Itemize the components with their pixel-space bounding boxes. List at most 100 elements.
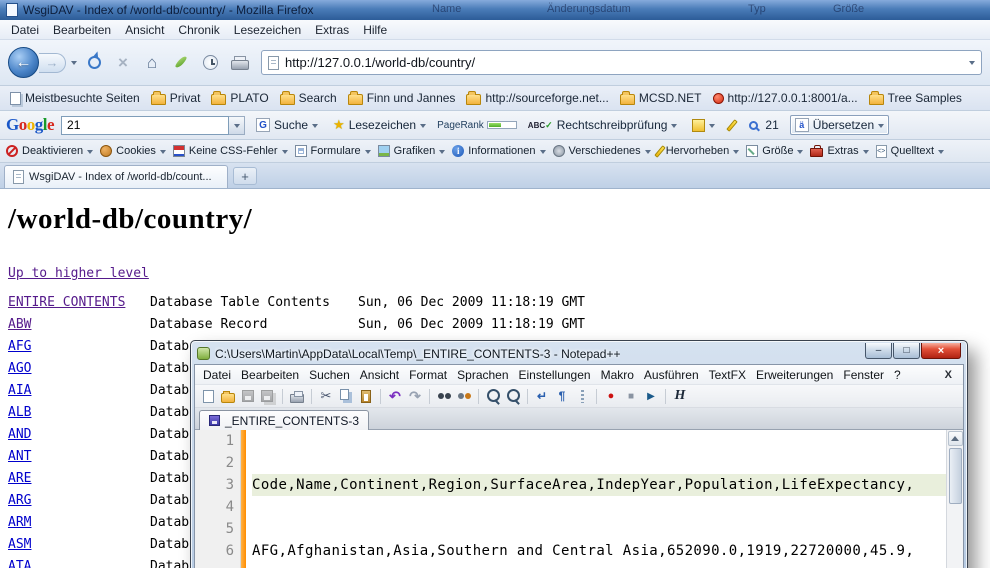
minimize-button[interactable]: – — [865, 343, 892, 359]
record-macro-button[interactable] — [602, 387, 620, 405]
entry-link[interactable]: ANT — [8, 449, 31, 464]
reload-button[interactable] — [82, 51, 106, 75]
forward-button[interactable] — [39, 53, 66, 73]
firefox-titlebar[interactable]: WsgiDAV - Index of /world-db/country/ - … — [0, 0, 990, 20]
vertical-scrollbar[interactable] — [946, 430, 963, 568]
menu-datei[interactable]: Datei — [4, 21, 46, 39]
entry-link[interactable]: ARM — [8, 515, 31, 530]
webdev-grafiken[interactable]: Grafiken — [378, 145, 446, 157]
np-menu-makro[interactable]: Makro — [596, 366, 639, 384]
entry-link[interactable]: AIA — [8, 383, 31, 398]
code-line[interactable]: AFG,Afghanistan,Asia,Southern and Centra… — [252, 540, 946, 562]
history-clock-button[interactable] — [198, 51, 222, 75]
copy-button[interactable] — [337, 387, 355, 405]
np-menu-ausfuehren[interactable]: Ausführen — [639, 366, 704, 384]
entry-link[interactable]: ASM — [8, 537, 31, 552]
np-menu-ansicht[interactable]: Ansicht — [355, 366, 404, 384]
zoom-out-button[interactable] — [504, 387, 522, 405]
indent-guide-button[interactable] — [573, 387, 591, 405]
np-menu-suchen[interactable]: Suchen — [304, 366, 355, 384]
menu-bearbeiten[interactable]: Bearbeiten — [46, 21, 118, 39]
webdev-verschiedenes[interactable]: Verschiedenes — [553, 145, 651, 157]
scrollbar-thumb[interactable] — [949, 448, 962, 504]
highlighter-button[interactable] — [726, 117, 738, 134]
url-text[interactable]: http://127.0.0.1/world-db/country/ — [285, 55, 963, 70]
replace-button[interactable] — [455, 387, 473, 405]
print-button[interactable] — [288, 387, 306, 405]
url-dropdown-icon[interactable] — [969, 61, 975, 68]
bookmark-most-visited[interactable]: Meistbesuchte Seiten — [6, 89, 144, 107]
stop-button[interactable] — [111, 51, 135, 75]
bookmark-localhost-8001[interactable]: http://127.0.0.1:8001/a... — [709, 89, 862, 107]
zoom-in-button[interactable] — [484, 387, 502, 405]
editor-area[interactable]: 1 2 3 4 5 6 Code,Name,Continent,Region,S… — [195, 430, 963, 568]
np-menu-datei[interactable]: Datei — [198, 366, 236, 384]
np-menubar-close[interactable]: X — [937, 369, 960, 381]
code-line[interactable]: Code,Name,Continent,Region,SurfaceArea,I… — [252, 474, 946, 496]
entry-link[interactable]: ALB — [8, 405, 31, 420]
google-search-button[interactable]: GSuche — [252, 116, 322, 134]
webdev-css[interactable]: Keine CSS-Fehler — [173, 145, 288, 157]
np-menu-sprachen[interactable]: Sprachen — [452, 366, 513, 384]
stop-macro-button[interactable] — [622, 387, 640, 405]
bookmark-folder-mcsd[interactable]: MCSD.NET — [616, 89, 706, 107]
new-tab-button[interactable]: + — [233, 167, 257, 185]
history-dropdown-icon[interactable] — [71, 61, 77, 68]
save-all-button[interactable] — [259, 387, 277, 405]
google-bookmarks-button[interactable]: Lesezeichen — [329, 115, 430, 135]
bookmark-folder-sourceforge[interactable]: http://sourceforge.net... — [462, 89, 612, 107]
show-all-chars-button[interactable] — [553, 387, 571, 405]
feather-addon-button[interactable] — [169, 51, 193, 75]
redo-button[interactable] — [406, 387, 424, 405]
document-tab[interactable]: _ENTIRE_CONTENTS-3 — [199, 410, 369, 430]
play-macro-button[interactable] — [642, 387, 660, 405]
find-button[interactable] — [435, 387, 453, 405]
webdev-formulare[interactable]: Formulare — [295, 145, 371, 157]
home-button[interactable] — [140, 51, 164, 75]
print-button[interactable] — [227, 51, 251, 75]
webdev-informationen[interactable]: iInformationen — [452, 145, 545, 157]
menu-ansicht[interactable]: Ansicht — [118, 21, 171, 39]
undo-button[interactable] — [386, 387, 404, 405]
np-menu-erweiterungen[interactable]: Erweiterungen — [751, 366, 838, 384]
new-file-button[interactable] — [199, 387, 217, 405]
translate-button[interactable]: äÜbersetzen — [790, 115, 889, 135]
google-search-dropdown[interactable] — [229, 116, 245, 135]
notepadpp-titlebar[interactable]: C:\Users\Martin\AppData\Local\Temp\_ENTI… — [194, 343, 964, 364]
word-find-button[interactable]: 21 — [745, 116, 782, 134]
code-text[interactable]: Code,Name,Continent,Region,SurfaceArea,I… — [246, 430, 946, 568]
webdev-deaktivieren[interactable]: Deaktivieren — [6, 145, 93, 157]
autofill-button[interactable] — [688, 117, 719, 134]
bookmark-folder-tree-samples[interactable]: Tree Samples — [865, 89, 966, 107]
np-menu-textfx[interactable]: TextFX — [704, 366, 751, 384]
entry-link[interactable]: ABW — [8, 317, 31, 332]
entry-link[interactable]: ENTIRE CONTENTS — [8, 295, 125, 310]
bookmark-folder-plato[interactable]: PLATO — [207, 89, 272, 107]
entry-link[interactable]: AFG — [8, 339, 31, 354]
url-bar[interactable]: http://127.0.0.1/world-db/country/ — [261, 50, 982, 75]
entry-link[interactable]: ARE — [8, 471, 31, 486]
word-wrap-button[interactable] — [533, 387, 551, 405]
webdev-quelltext[interactable]: <>Quelltext — [876, 145, 944, 158]
bookmark-folder-search[interactable]: Search — [276, 89, 341, 107]
scroll-up-button[interactable] — [948, 431, 963, 446]
menu-lesezeichen[interactable]: Lesezeichen — [227, 21, 308, 39]
pagerank-widget[interactable]: PageRank — [437, 120, 517, 131]
np-menu-einstellungen[interactable]: Einstellungen — [514, 366, 596, 384]
save-button[interactable] — [239, 387, 257, 405]
webdev-cookies[interactable]: Cookies — [100, 145, 166, 157]
tab-wsgidav[interactable]: WsgiDAV - Index of /world-db/count... — [4, 165, 228, 188]
close-button[interactable]: × — [921, 343, 961, 359]
menu-chronik[interactable]: Chronik — [171, 21, 226, 39]
maximize-button[interactable]: □ — [893, 343, 920, 359]
google-search-input[interactable] — [61, 116, 229, 135]
np-menu-format[interactable]: Format — [404, 366, 452, 384]
entry-link[interactable]: ATA — [8, 559, 31, 568]
entry-link[interactable]: AND — [8, 427, 31, 442]
spellcheck-button[interactable]: ABCRechtschreibprüfung — [524, 116, 682, 134]
np-menu-fenster[interactable]: Fenster — [838, 366, 889, 384]
webdev-hervorheben[interactable]: Hervorheben — [658, 145, 740, 158]
np-menu-help[interactable]: ? — [889, 366, 906, 384]
cut-button[interactable] — [317, 387, 335, 405]
menu-extras[interactable]: Extras — [308, 21, 356, 39]
